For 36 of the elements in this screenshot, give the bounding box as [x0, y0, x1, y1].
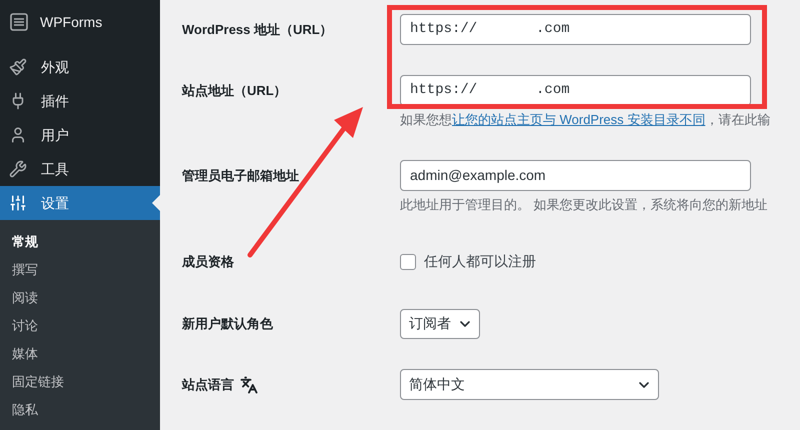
current-pointer [152, 195, 160, 211]
user-icon [9, 126, 27, 144]
help-text: 如果您想让您的站点主页与 WordPress 安装目录不同，请在此输 [400, 112, 770, 128]
form-icon [10, 13, 28, 31]
field-label: WordPress 地址（URL） [182, 20, 333, 39]
email-field[interactable]: admin@example.com [400, 160, 751, 191]
sliders-icon [9, 194, 27, 212]
checkbox-label: 任何人都可以注册 [424, 252, 536, 271]
field-label: 站点语言 [182, 376, 234, 394]
field-label: 站点地址（URL） [182, 82, 287, 100]
menu-item[interactable]: 用户 [0, 118, 160, 152]
wrench-icon [9, 160, 27, 178]
submenu-item[interactable]: 阅读 [0, 284, 160, 312]
text-field[interactable]: https:// .com [400, 75, 751, 106]
submenu-item[interactable]: 隐私 [0, 396, 160, 424]
role-dropdown[interactable]: 订阅者 [400, 308, 480, 338]
menu-item[interactable]: 插件 [0, 84, 160, 118]
text-field[interactable]: https:// .com [400, 14, 751, 45]
field-label: 新用户默认角色 [182, 314, 273, 333]
submenu-item[interactable]: 固定链接 [0, 368, 160, 396]
submenu-item[interactable]: 媒体 [0, 340, 160, 368]
field-label: 管理员电子邮箱地址 [182, 166, 299, 185]
paintbrush-icon [9, 58, 27, 76]
checkbox[interactable] [400, 254, 416, 270]
menu-item-label[interactable]: WPForms [40, 12, 102, 32]
field-label: 成员资格 [182, 252, 234, 271]
language-dropdown[interactable]: 简体中文 [400, 369, 659, 400]
submenu-item[interactable]: 常规 [0, 228, 160, 256]
translate-icon [240, 376, 258, 394]
submenu-item[interactable]: 撰写 [0, 256, 160, 284]
submenu-item[interactable]: 讨论 [0, 312, 160, 340]
menu-item[interactable]: 外观 [0, 50, 160, 84]
help-text: 此地址用于管理目的。 如果您更改此设置，系统将向您的新地址 [400, 197, 768, 213]
help-link[interactable]: 让您的站点主页与 WordPress 安装目录不同 [452, 112, 706, 127]
menu-item[interactable]: 设置 [0, 186, 160, 220]
menu-item[interactable]: 工具 [0, 152, 160, 186]
